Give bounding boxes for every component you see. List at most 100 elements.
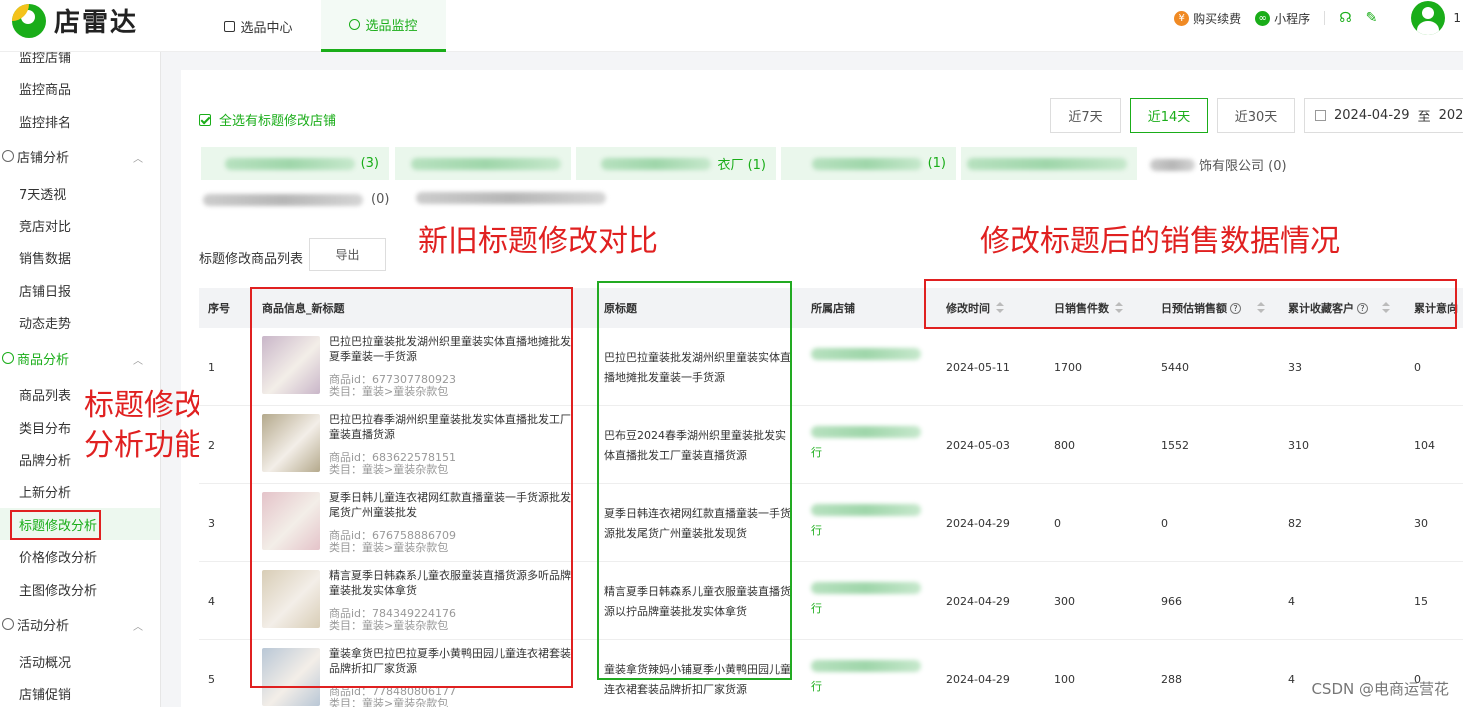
- shop-name[interactable]: 行: [811, 660, 921, 694]
- shop-chip[interactable]: 衣厂 (1): [576, 147, 776, 180]
- sidebar-item-daily-report[interactable]: 店铺日报: [0, 274, 160, 306]
- export-button[interactable]: 导出: [309, 238, 386, 271]
- home-icon: [224, 20, 236, 32]
- select-all-checkbox[interactable]: 全选有标题修改店铺: [199, 110, 336, 129]
- sidebar-item-label: 销售数据: [19, 251, 72, 267]
- support-button[interactable]: ☊: [1339, 10, 1351, 26]
- sidebar-item-trend[interactable]: 动态走势: [0, 306, 160, 338]
- calendar-icon: [1315, 110, 1326, 121]
- col-old-title: 原标题: [604, 302, 637, 315]
- sidebar-item-label: 店铺促销: [19, 687, 72, 703]
- product-thumbnail[interactable]: [262, 492, 320, 550]
- sidebar-item-7day[interactable]: 7天透视: [0, 177, 160, 209]
- shop-chip[interactable]: [416, 192, 606, 204]
- annotation-sales: 修改标题后的销售数据情况: [980, 224, 1340, 259]
- select-all-label: 全选有标题修改店铺: [219, 114, 337, 129]
- product-category-line: 类目：童装>童装杂款包: [329, 464, 448, 476]
- brand-name: 店雷达: [54, 8, 139, 38]
- shop-name[interactable]: [811, 348, 921, 366]
- product-category: 童装>童装杂款包: [362, 619, 449, 632]
- sidebar-item-compare[interactable]: 竞店对比: [0, 209, 160, 241]
- sidebar-item-image-change[interactable]: 主图修改分析: [0, 573, 160, 605]
- new-title[interactable]: 精言夏季日韩森系儿童衣服童装直播货源多听品牌童装批发实体拿货: [329, 568, 579, 598]
- buy-renew-link[interactable]: ¥ 购买续费: [1174, 10, 1241, 27]
- shop-chip[interactable]: [961, 147, 1137, 180]
- shop-chip[interactable]: (3): [201, 147, 389, 180]
- sidebar-item-label: 商品分析: [17, 352, 70, 368]
- cum-intent: 104: [1414, 438, 1435, 452]
- range-label: 近30天: [1234, 110, 1278, 125]
- row-index: 4: [208, 594, 215, 608]
- date-range-picker[interactable]: 2024-04-29 至 2024: [1304, 98, 1463, 133]
- shop-name[interactable]: 行: [811, 504, 921, 538]
- watermark: CSDN @电商运营花: [1311, 680, 1449, 698]
- tab-selection-monitor[interactable]: 选品监控: [321, 0, 446, 52]
- sidebar-item-title-change[interactable]: 标题修改分析: [0, 508, 160, 540]
- row-index: 2: [208, 438, 215, 452]
- range-14d-button[interactable]: 近14天: [1130, 98, 1208, 133]
- old-title: 童装拿货辣妈小铺夏季小黄鸭田园儿童连衣裙套装品牌折扣厂家货源: [604, 663, 791, 696]
- sidebar-item-monitor-rank[interactable]: 监控排名: [0, 105, 160, 137]
- fav-customers: 4: [1288, 594, 1295, 608]
- sidebar-item-label: 活动概况: [19, 655, 72, 671]
- sidebar-item-sales-data[interactable]: 销售数据: [0, 241, 160, 273]
- cum-intent: 30: [1414, 516, 1428, 530]
- product-thumbnail[interactable]: [262, 414, 320, 472]
- tab-label: 选品监控: [365, 19, 418, 34]
- table-header: 序号 商品信息_新标题 原标题 所属店铺 修改时间 日销售件数 日预估销售额? …: [199, 288, 1463, 328]
- sidebar-item-price-change[interactable]: 价格修改分析: [0, 540, 160, 572]
- table-row[interactable]: 2 巴拉巴拉春季湖州织里童装批发实体直播批发工厂童装直播货源 商品id：683622…: [199, 406, 1463, 484]
- feedback-button[interactable]: ✎: [1366, 10, 1378, 26]
- table-row[interactable]: 1 巴拉巴拉童装批发湖州织里童装实体直播地摊批发夏季童装一手货源 商品id：6773…: [199, 328, 1463, 406]
- sidebar-group-product-analysis[interactable]: 商品分析 ︿: [0, 342, 160, 374]
- sidebar-group-activity[interactable]: 活动分析 ︿: [0, 608, 160, 640]
- shop-chip[interactable]: 饰有限公司 (0): [1150, 155, 1287, 174]
- new-title[interactable]: 巴拉巴拉春季湖州织里童装批发实体直播批发工厂童装直播货源: [329, 412, 579, 442]
- shop-name[interactable]: 行: [811, 426, 921, 460]
- new-title[interactable]: 巴拉巴拉童装批发湖州织里童装实体直播地摊批发夏季童装一手货源: [329, 334, 579, 364]
- new-title[interactable]: 童装拿货巴拉巴拉夏季小黄鸭田园儿童连衣裙套装品牌折扣厂家货源: [329, 646, 579, 676]
- annotation-feature-line1: 标题修改: [84, 388, 204, 423]
- sidebar-item-new-arrivals[interactable]: 上新分析: [0, 475, 160, 507]
- col-fav[interactable]: 累计收藏客户?: [1288, 288, 1390, 328]
- chevron-up-icon: ︿: [133, 154, 143, 165]
- sidebar-item-monitor-shops[interactable]: 监控店铺: [0, 52, 160, 72]
- col-daily[interactable]: 日销售件数: [1054, 288, 1123, 328]
- shop-chip[interactable]: [395, 147, 571, 180]
- range-7d-button[interactable]: 近7天: [1050, 98, 1121, 133]
- product-thumbnail[interactable]: [262, 336, 320, 394]
- col-time[interactable]: 修改时间: [946, 288, 1004, 328]
- table-row[interactable]: 5 童装拿货巴拉巴拉夏季小黄鸭田园儿童连衣裙套装品牌折扣厂家货源 商品id：7784…: [199, 640, 1463, 707]
- shop-name-blurred: [811, 582, 921, 594]
- shop-name-blurred: [811, 426, 921, 438]
- sidebar-item-label: 标题修改分析: [19, 518, 98, 534]
- col-amount[interactable]: 日预估销售额?: [1161, 288, 1265, 328]
- product-thumbnail[interactable]: [262, 648, 320, 706]
- sidebar-item-promotion[interactable]: 店铺促销: [0, 677, 160, 707]
- modify-time: 2024-04-29: [946, 672, 1010, 686]
- shop-chip[interactable]: (0): [203, 192, 389, 207]
- shop-name[interactable]: 行: [811, 582, 921, 616]
- range-30d-button[interactable]: 近30天: [1217, 98, 1295, 133]
- chevron-up-icon: ︿: [133, 356, 143, 367]
- sidebar-item-monitor-products[interactable]: 监控商品: [0, 72, 160, 104]
- shop-chip[interactable]: (1): [781, 147, 956, 180]
- tab-selection-center[interactable]: 选品中心: [196, 0, 321, 52]
- help-icon: ?: [1357, 302, 1368, 314]
- daily-amount: 966: [1161, 594, 1182, 608]
- user-count: 1: [1453, 11, 1461, 25]
- brand-logo[interactable]: 店雷达: [12, 2, 138, 39]
- product-thumbnail[interactable]: [262, 570, 320, 628]
- product-category-label: 类目：: [329, 697, 362, 707]
- avatar[interactable]: [1411, 1, 1446, 35]
- sidebar-item-label: 价格修改分析: [19, 550, 98, 566]
- help-icon: ?: [1230, 302, 1241, 314]
- table-row[interactable]: 4 精言夏季日韩森系儿童衣服童装直播货源多听品牌童装批发实体拿货 商品id：7843…: [199, 562, 1463, 640]
- sidebar-item-activity-overview[interactable]: 活动概况: [0, 645, 160, 677]
- daily-sales: 800: [1054, 438, 1075, 452]
- sidebar-group-shop-analysis[interactable]: 店铺分析 ︿: [0, 140, 160, 172]
- mini-program-link[interactable]: ∞ 小程序: [1255, 10, 1310, 27]
- table-row[interactable]: 3 夏季日韩儿童连衣裙网红款直播童装一手货源批发尾货广州童装批发 商品id：6767…: [199, 484, 1463, 562]
- new-title[interactable]: 夏季日韩儿童连衣裙网红款直播童装一手货源批发尾货广州童装批发: [329, 490, 579, 520]
- shop-name-blurred: [811, 660, 921, 672]
